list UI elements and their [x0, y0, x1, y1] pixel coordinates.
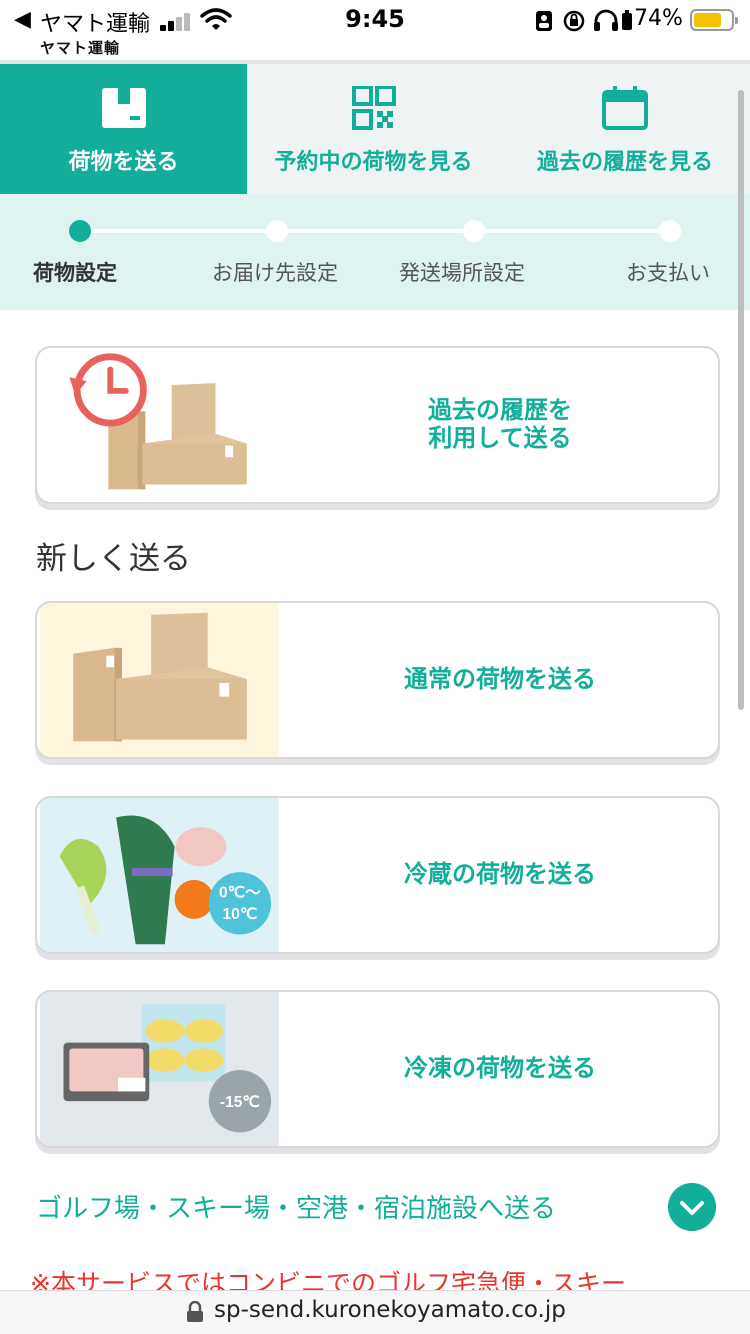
- tab-history[interactable]: 過去の履歴を見る: [500, 64, 750, 194]
- status-icons: [536, 9, 632, 32]
- browser-url-bar[interactable]: sp-send.kuronekoyamato.co.jp: [0, 1290, 750, 1334]
- battery-small-icon: [622, 10, 632, 30]
- send-normal-label: 通常の荷物を送る: [404, 665, 596, 694]
- send-frozen-card[interactable]: -15℃ 冷凍の荷物を送る: [35, 990, 720, 1148]
- frozen-food-illustration: -15℃: [40, 992, 279, 1146]
- send-refrigerated-label: 冷蔵の荷物を送る: [404, 860, 596, 889]
- lock-icon: [187, 1301, 203, 1322]
- status-bar: ◀ ヤマト運輸 9:45 74%: [0, 0, 750, 40]
- tab-reserved-packages[interactable]: 予約中の荷物を見る: [247, 64, 500, 194]
- history-label-line1: 過去の履歴を: [428, 396, 572, 425]
- battery-icon: [690, 9, 738, 31]
- tab-label: 過去の履歴を見る: [536, 150, 713, 175]
- history-send-label: 過去の履歴を 利用して送る: [282, 348, 718, 502]
- stepper-line: [80, 229, 670, 233]
- tab-label: 予約中の荷物を見る: [274, 150, 473, 175]
- tab-send-package[interactable]: 荷物を送る: [0, 64, 247, 194]
- step-label-payment: お支払い: [626, 261, 710, 285]
- history-label-line2: 利用して送る: [428, 424, 572, 452]
- golf-ski-link[interactable]: ゴルフ場・スキー場・空港・宿泊施設へ送る: [36, 1188, 556, 1225]
- box-icon: [101, 88, 146, 128]
- step-dot-3: [463, 220, 485, 242]
- portrait-lock-icon: [536, 11, 552, 31]
- qr-code-icon: [351, 86, 396, 130]
- history-send-card[interactable]: 過去の履歴を 利用して送る: [35, 346, 720, 504]
- send-refrigerated-card[interactable]: 0℃～ 10℃ 冷蔵の荷物を送る: [35, 796, 720, 954]
- tab-label: 荷物を送る: [68, 150, 179, 175]
- section-title-new-send: 新しく送る: [36, 541, 191, 577]
- notice-text: ※本サービスではコンビニでのゴルフ宅急便・スキー: [30, 1269, 626, 1292]
- send-frozen-label: 冷凍の荷物を送る: [404, 1054, 596, 1083]
- step-dot-1: [69, 220, 91, 242]
- step-label-shipping-place: 発送場所設定: [399, 261, 525, 285]
- step-label-package: 荷物設定: [33, 261, 117, 285]
- temp-badge-line1: 0℃～: [219, 884, 261, 901]
- calendar-icon: [602, 86, 648, 130]
- send-normal-card[interactable]: 通常の荷物を送る: [35, 601, 720, 759]
- boxes-illustration: [40, 603, 279, 757]
- progress-stepper: 荷物設定 お届け先設定 発送場所設定 お支払い: [0, 194, 750, 310]
- temp-badge-line2: 10℃: [222, 906, 257, 923]
- battery-percent: 74%: [634, 6, 683, 31]
- step-label-destination: お届け先設定: [212, 261, 338, 285]
- history-illustration: [40, 348, 279, 502]
- brand-logo: ヤマト運輸: [40, 39, 121, 57]
- url-text: sp-send.kuronekoyamato.co.jp: [214, 1297, 566, 1323]
- step-dot-4: [659, 220, 681, 242]
- headphones-icon: [594, 9, 618, 31]
- step-dot-2: [266, 220, 288, 242]
- chevron-down-icon[interactable]: [668, 1183, 716, 1231]
- top-tabs: 荷物を送る 予約中の荷物を見る 過去の履歴を見る: [0, 64, 750, 194]
- scrollbar[interactable]: [738, 90, 744, 710]
- frozen-temp-badge: -15℃: [220, 1094, 261, 1111]
- rotation-lock-icon: [563, 10, 585, 32]
- vegetables-illustration: 0℃～ 10℃: [40, 798, 279, 952]
